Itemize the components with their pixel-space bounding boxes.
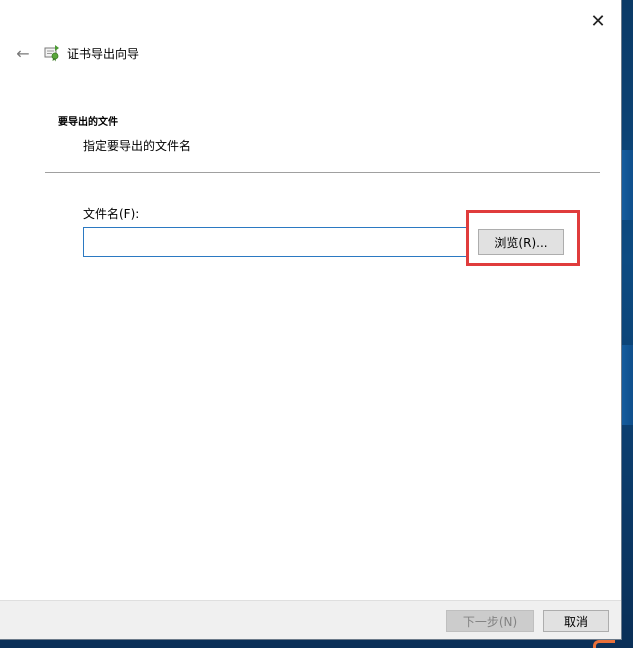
corner-annotation-mark bbox=[593, 640, 615, 648]
page-subheading: 指定要导出的文件名 bbox=[83, 139, 192, 153]
wizard-title-bar: ← 证书导出向导 bbox=[12, 42, 139, 64]
page-heading: 要导出的文件 bbox=[58, 117, 118, 128]
wizard-footer: 下一步(N) 取消 bbox=[0, 600, 621, 639]
certificate-export-wizard-window: ✕ ← 证书导出向导 要导出的文件 指定要导出的文件名 文件名(F): 浏览(R… bbox=[0, 0, 622, 640]
browse-button[interactable]: 浏览(R)... bbox=[478, 229, 564, 255]
close-icon[interactable]: ✕ bbox=[585, 8, 611, 34]
back-arrow-icon[interactable]: ← bbox=[12, 42, 34, 64]
header-divider bbox=[45, 172, 600, 173]
next-button[interactable]: 下一步(N) bbox=[446, 610, 534, 632]
certificate-wizard-icon bbox=[44, 45, 59, 62]
page-header: 要导出的文件 指定要导出的文件名 bbox=[58, 113, 191, 154]
filename-label: 文件名(F): bbox=[83, 207, 140, 221]
wizard-title: 证书导出向导 bbox=[67, 46, 140, 61]
filename-input[interactable] bbox=[83, 227, 467, 257]
cancel-button[interactable]: 取消 bbox=[543, 610, 609, 632]
